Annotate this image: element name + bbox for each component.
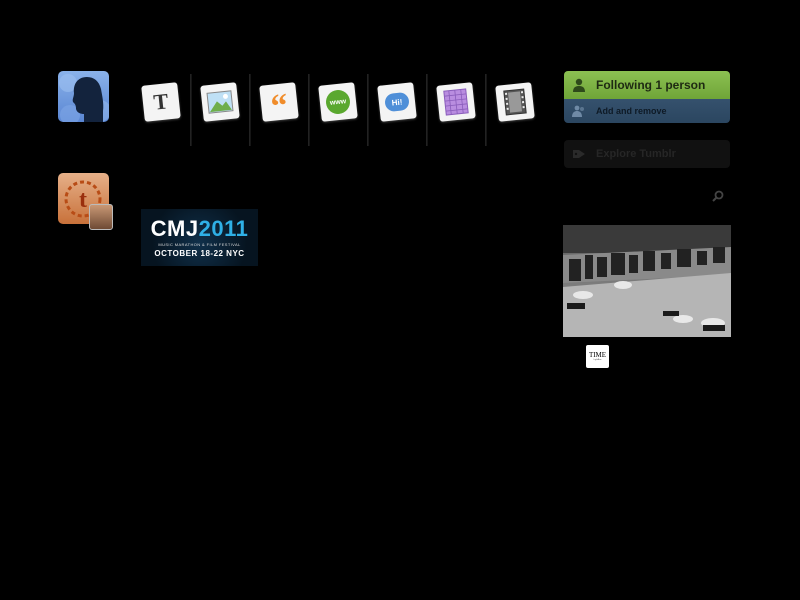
following-label: Following 1 person <box>596 78 706 92</box>
time-lightbox-badge[interactable]: TIME LightBox <box>586 345 609 368</box>
person-icon <box>573 78 585 92</box>
add-remove-button[interactable]: Add and remove <box>564 99 730 123</box>
post-audio-button[interactable] <box>427 74 486 146</box>
user-silhouette-icon <box>59 74 109 122</box>
tumblr-avatar[interactable]: t <box>58 173 113 230</box>
link-post-icon: www <box>318 82 358 122</box>
following-button[interactable]: Following 1 person <box>564 71 730 99</box>
banner-dates: OCTOBER 18-22 NYC <box>154 248 245 258</box>
banner-title: CMJ2011 <box>150 215 249 241</box>
post-link-button[interactable]: www <box>309 74 368 146</box>
user-avatar[interactable] <box>58 71 109 122</box>
following-box: Following 1 person Add and remove <box>564 71 730 123</box>
audio-post-icon <box>436 82 476 122</box>
add-remove-label: Add and remove <box>596 106 667 116</box>
post-type-toolbar: T “ www Hi! <box>132 74 544 146</box>
post-photo-button[interactable] <box>191 74 250 146</box>
post-quote-button[interactable]: “ <box>250 74 309 146</box>
time-badge-subtitle: LightBox <box>593 358 602 361</box>
explore-tumblr-button[interactable]: Explore Tumblr <box>564 140 730 168</box>
time-badge-title: TIME <box>588 350 607 359</box>
dashboard-page: t T “ www Hi! CMJ2011 MUSIC MARATHON & F… <box>0 0 800 600</box>
post-chat-button[interactable]: Hi! <box>368 74 427 146</box>
svg-text:t: t <box>79 187 87 213</box>
photo-post-icon <box>200 82 240 122</box>
cmj-banner[interactable]: CMJ2011 MUSIC MARATHON & FILM FESTIVAL O… <box>141 209 258 266</box>
video-post-icon <box>495 82 535 122</box>
featured-photo[interactable] <box>563 225 731 337</box>
quote-post-icon: “ <box>259 82 299 126</box>
post-text-button[interactable]: T <box>132 74 191 146</box>
people-icon <box>572 105 584 117</box>
banner-subtitle: MUSIC MARATHON & FILM FESTIVAL <box>158 241 241 247</box>
search-icon[interactable] <box>711 189 725 203</box>
post-video-button[interactable] <box>486 74 544 146</box>
explore-label: Explore Tumblr <box>596 148 676 160</box>
tag-icon <box>573 150 585 158</box>
chat-post-icon: Hi! <box>377 82 417 122</box>
secondary-avatar[interactable] <box>89 204 113 230</box>
text-post-icon: T <box>141 82 181 122</box>
